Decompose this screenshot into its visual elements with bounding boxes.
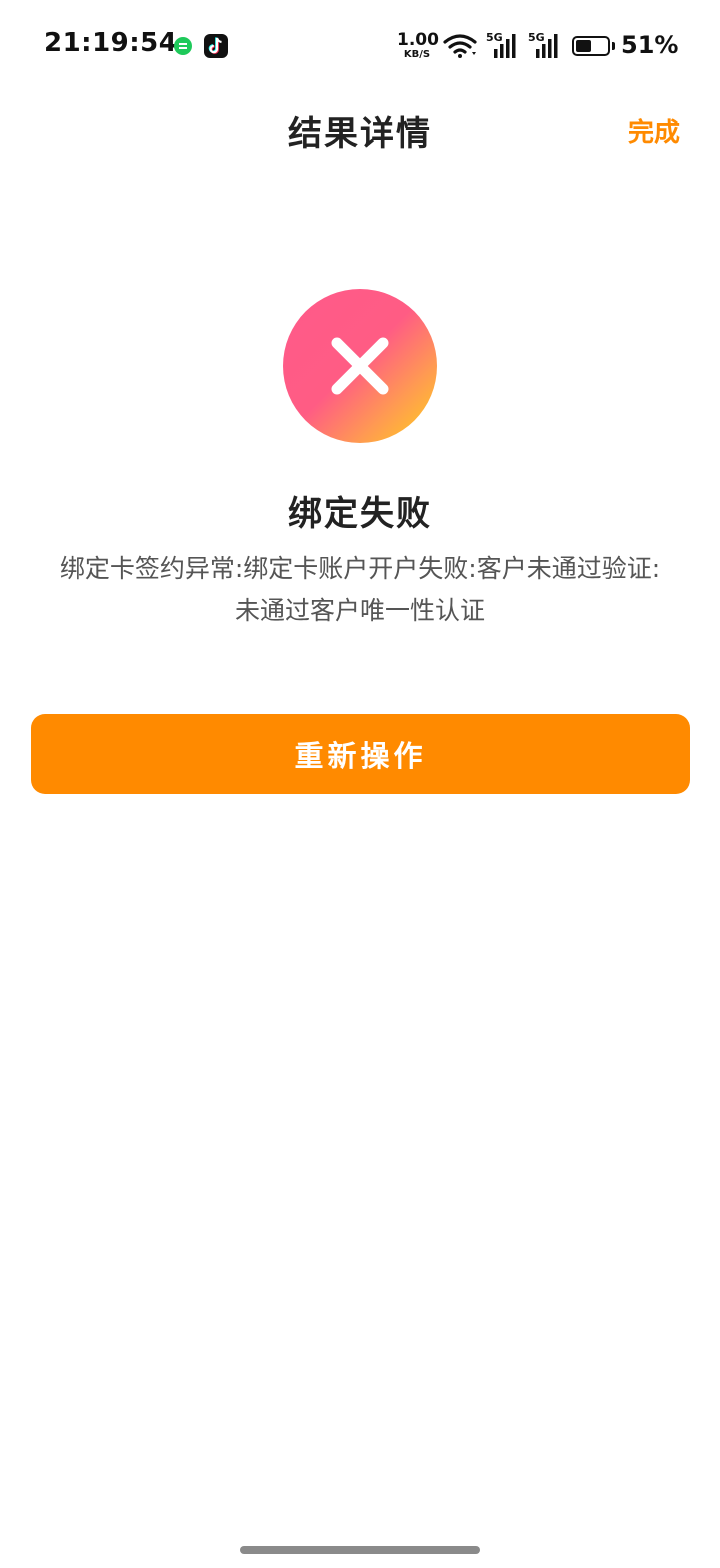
result-description-line: 绑定卡签约异常:绑定卡账户开户失败:客户未通过验证:: [59, 554, 661, 583]
wifi-icon: [443, 34, 477, 62]
chat-notification-icon: [174, 37, 192, 55]
battery-fill: [576, 40, 591, 52]
result-title: 绑定失败: [288, 494, 432, 534]
network-speed: 1.00 KB/S: [397, 30, 439, 60]
network-speed-value: 1.00: [397, 30, 439, 50]
home-indicator[interactable]: [240, 1546, 480, 1554]
close-icon: [331, 337, 389, 395]
sim1-label: 5G: [486, 31, 503, 44]
status-time: 21:19:54: [44, 28, 178, 58]
battery-icon: [572, 36, 615, 56]
done-button[interactable]: 完成: [628, 112, 680, 149]
result-description: 绑定卡签约异常:绑定卡账户开户失败:客户未通过验证: 未通过客户唯一性认证: [30, 548, 690, 632]
error-badge: [283, 289, 437, 443]
result-description-line: 未通过客户唯一性认证: [234, 596, 485, 625]
status-bar: 21:19:54 1.00 KB/S 5G 5G 51%: [0, 0, 720, 92]
page-title: 结果详情: [288, 114, 432, 154]
signal-icon: 5G: [486, 32, 520, 64]
signal-icon: 5G: [528, 32, 562, 64]
tiktok-icon: [204, 34, 228, 58]
battery-percent: 51%: [621, 31, 679, 59]
sim2-label: 5G: [528, 31, 545, 44]
retry-button[interactable]: 重新操作: [31, 714, 690, 794]
network-speed-unit: KB/S: [403, 49, 431, 60]
